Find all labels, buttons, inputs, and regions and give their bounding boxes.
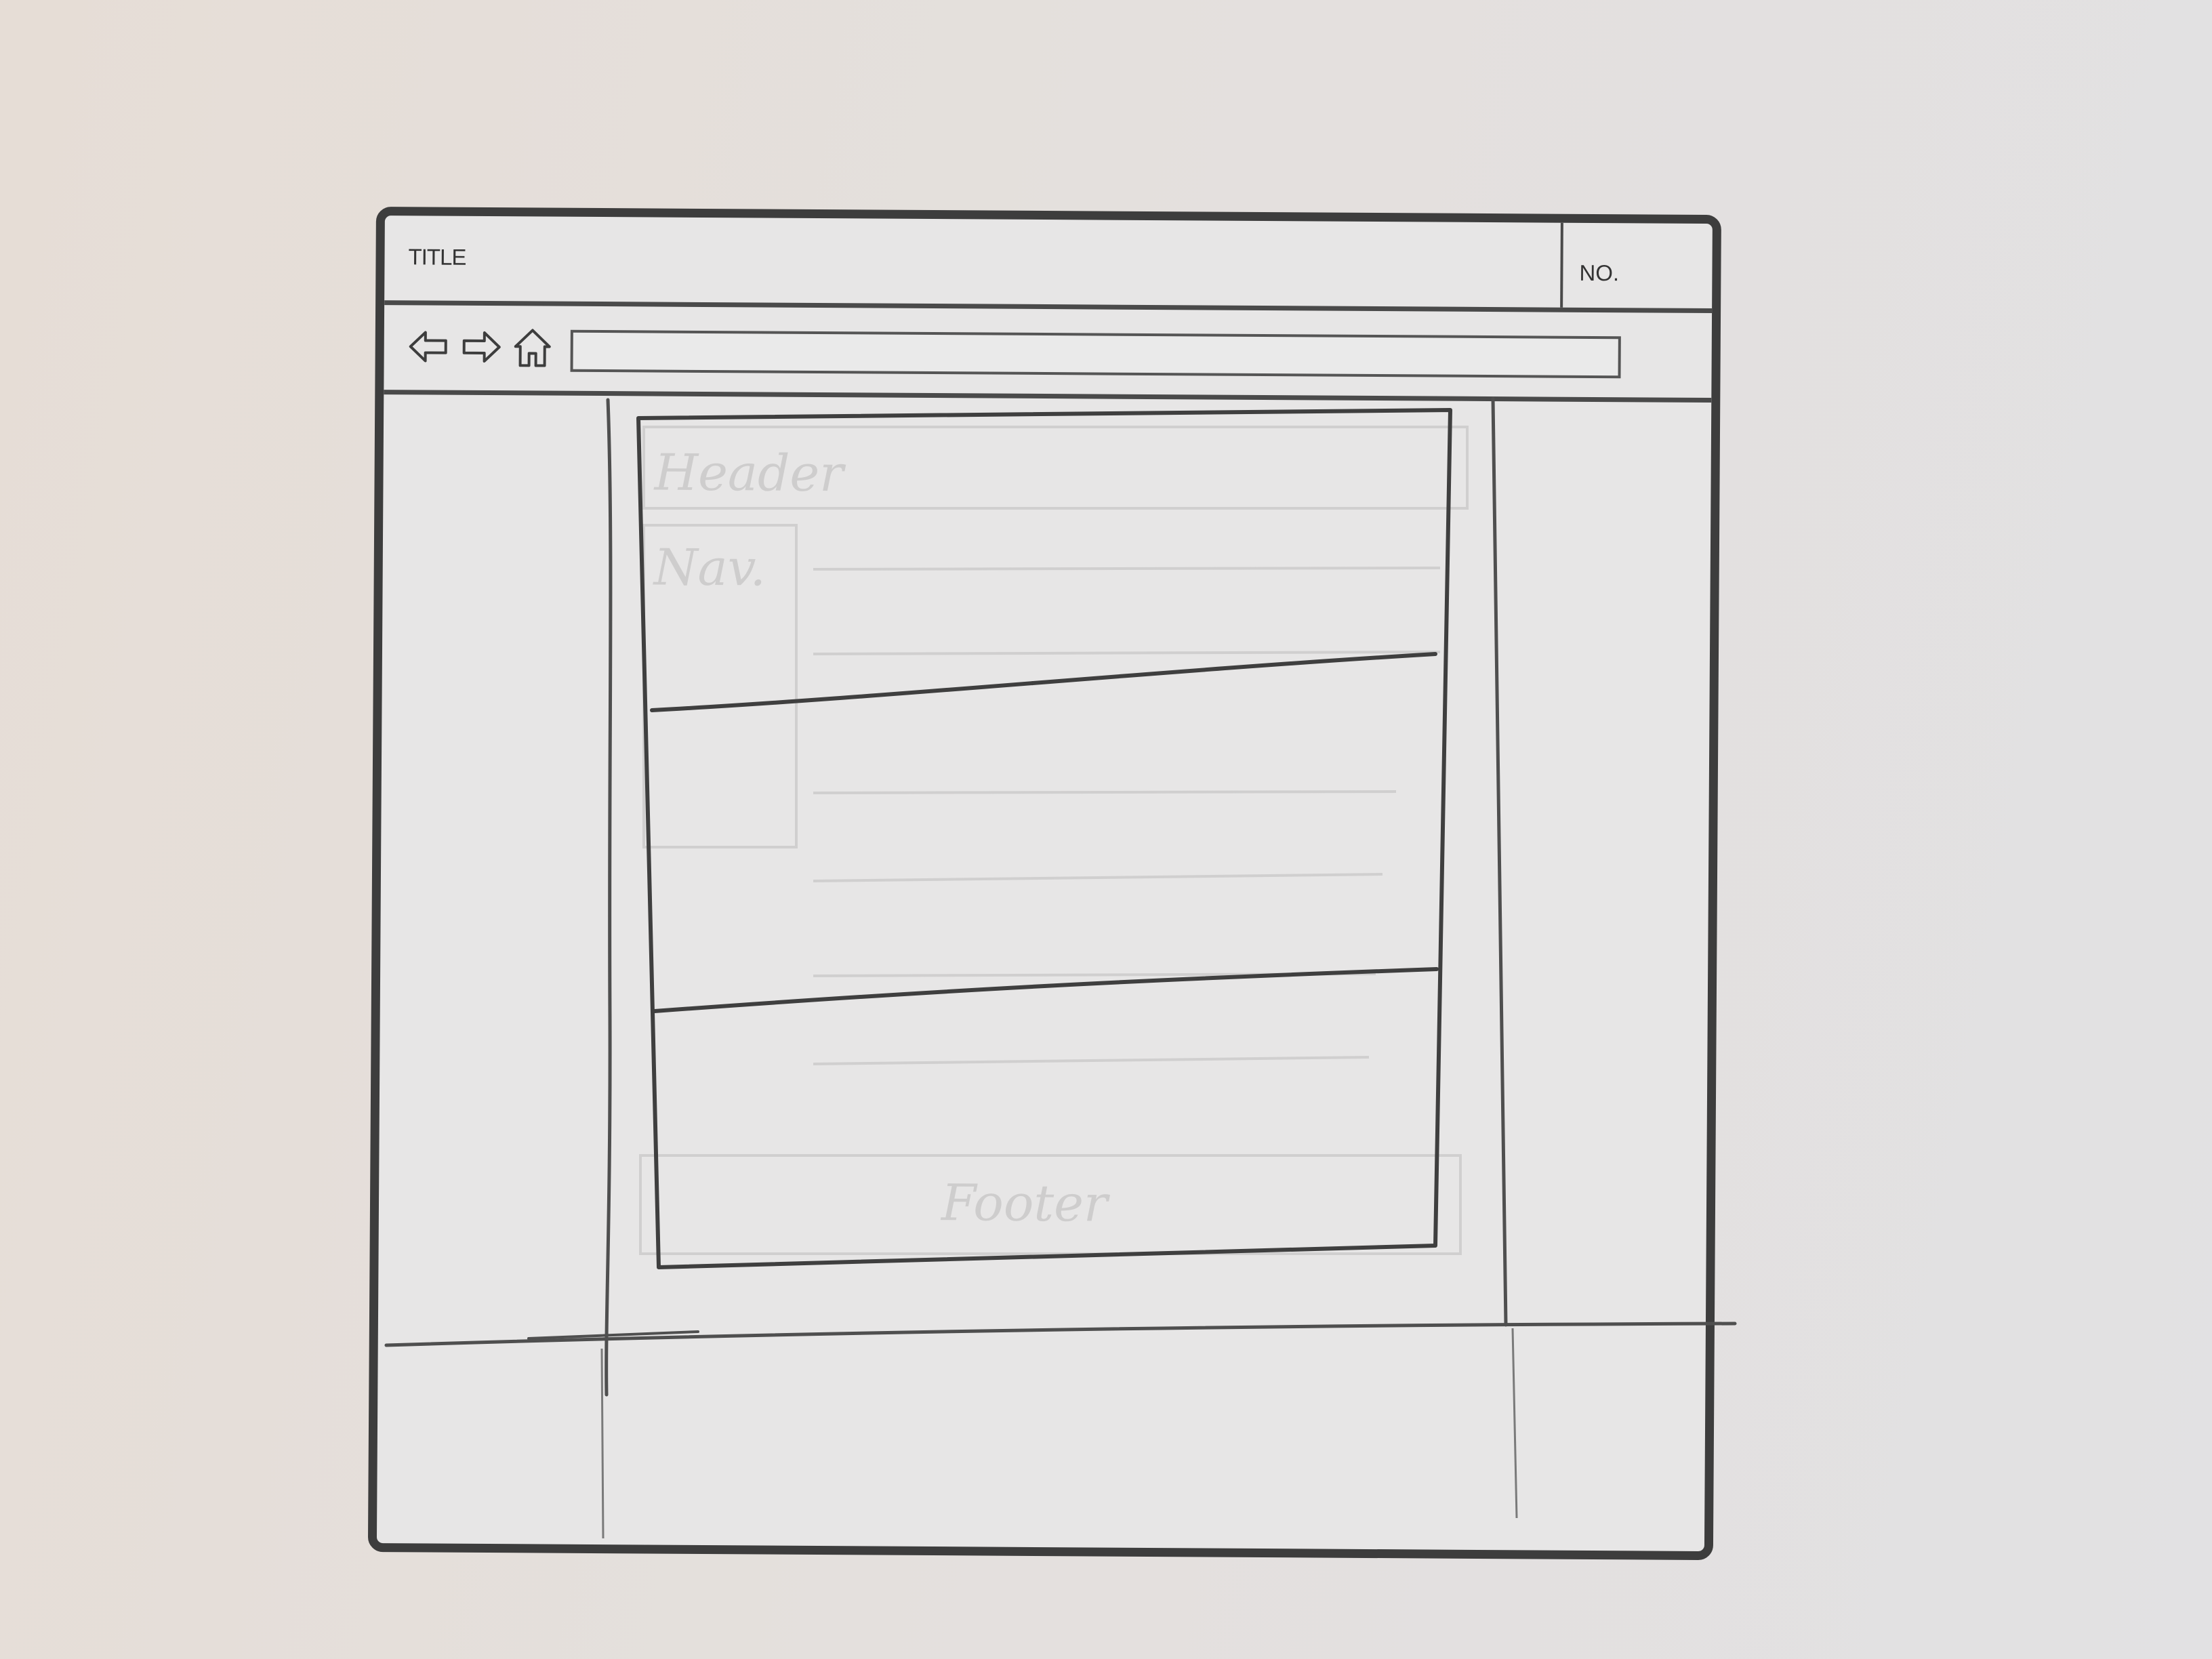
content-section-2[interactable] — [654, 718, 1433, 989]
left-column-line — [605, 398, 613, 1397]
pencil-sketch-layer — [384, 396, 1737, 1539]
footer-divider-line — [384, 1322, 1737, 1347]
footer-left-column-line — [600, 1348, 605, 1539]
right-column-line — [1491, 396, 1508, 1327]
content-section-3[interactable] — [657, 1017, 1433, 1247]
footer-right-column-line — [1511, 1328, 1518, 1519]
content-sections — [651, 424, 1437, 1247]
content-section-1[interactable] — [651, 424, 1437, 695]
footer-column-lines — [600, 1328, 1518, 1539]
